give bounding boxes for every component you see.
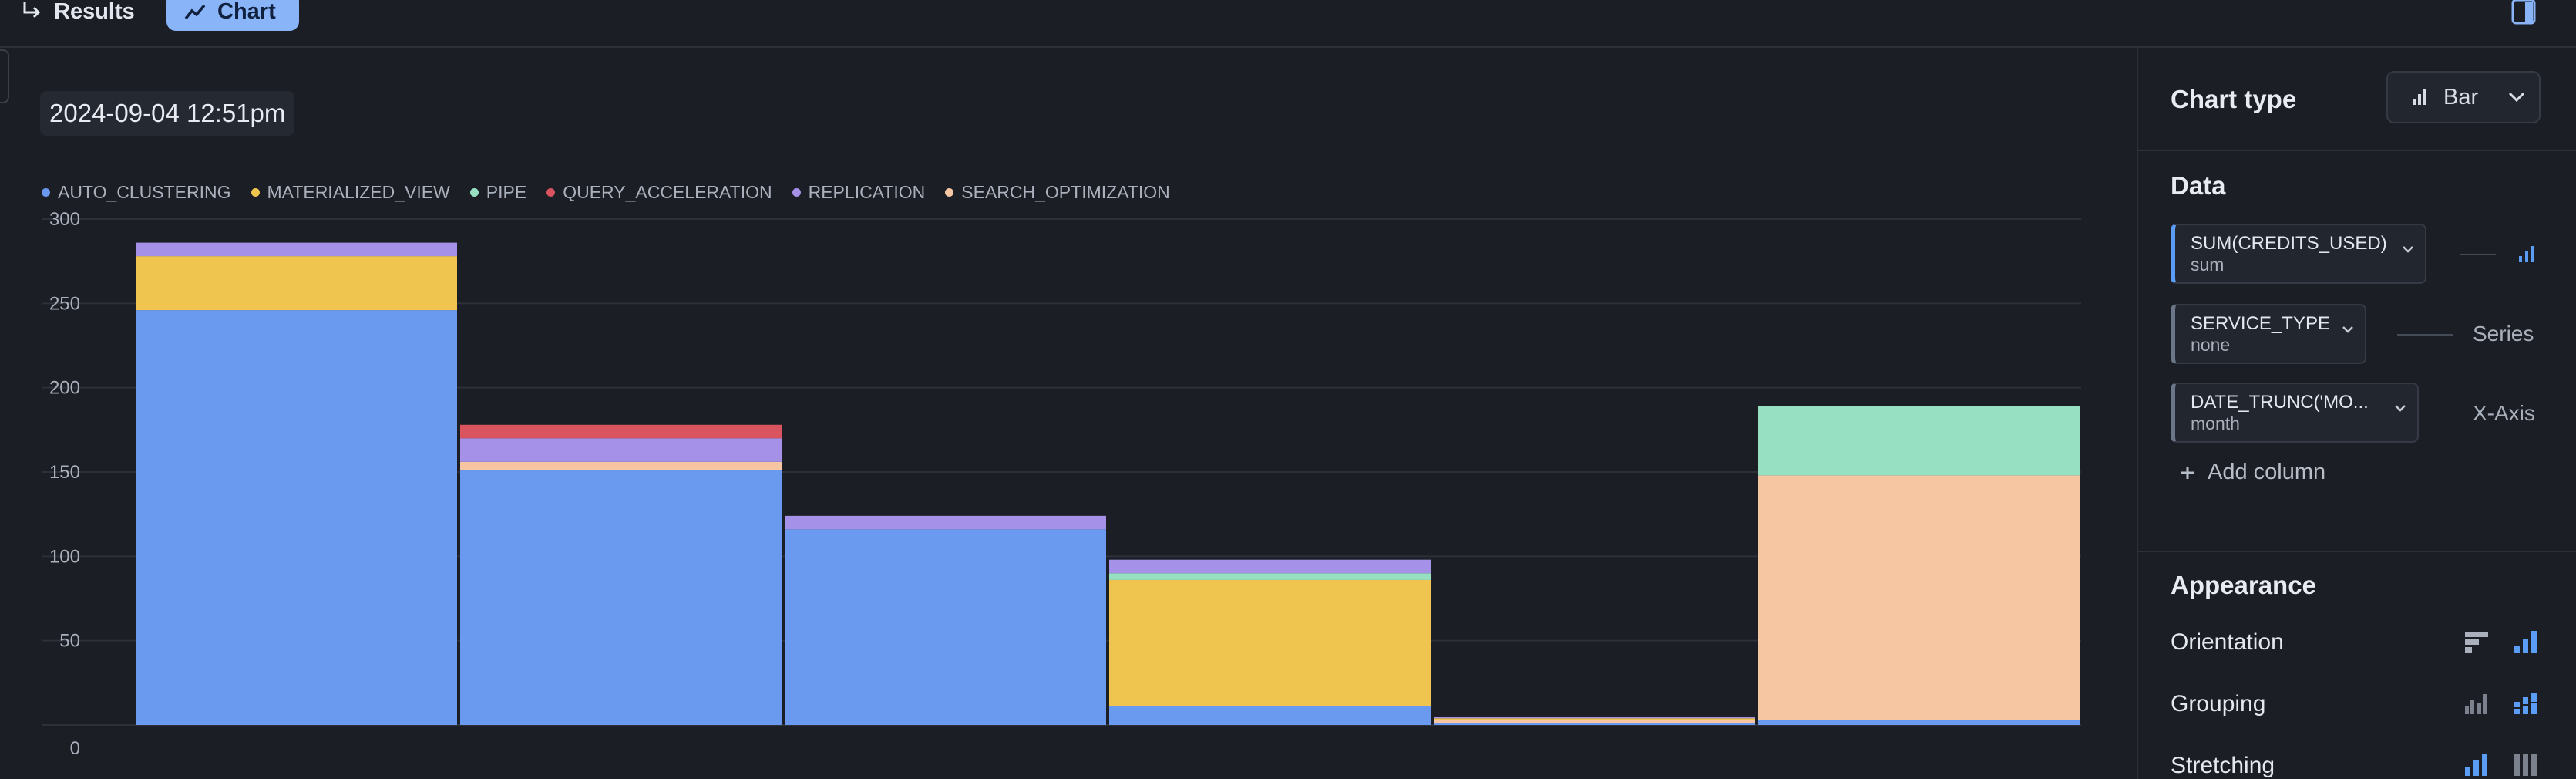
y-tick-label: 200 — [49, 378, 80, 399]
chart-type-label: Chart type — [2171, 85, 2297, 113]
bar-segment — [1109, 573, 1431, 580]
plus-icon — [2181, 466, 2194, 479]
stretching-label: Stretching — [2171, 753, 2275, 778]
y-axis-bar-icon[interactable] — [2517, 244, 2536, 264]
tab-results-label: Results — [54, 0, 135, 24]
chart-settings-sidebar: Chart type Bar Data SUM(CREDITS_USED) su… — [2137, 48, 2576, 779]
bar-segment — [1758, 406, 2080, 476]
column-aggregation: sum — [2191, 255, 2225, 275]
bar-segment — [460, 461, 782, 470]
series-role-label: Series — [2473, 322, 2534, 346]
bar-segment — [460, 438, 782, 462]
grouped-bars-icon[interactable] — [2463, 691, 2490, 716]
column-name: SUM(CREDITS_USED) — [2191, 233, 2387, 254]
grouping-label: Grouping — [2171, 691, 2266, 717]
chevron-down-icon — [2342, 326, 2353, 333]
bar-segment — [1109, 579, 1431, 706]
column-aggregation: none — [2191, 335, 2231, 355]
column-name: SERVICE_TYPE — [2191, 313, 2330, 334]
bar-segment — [1434, 717, 1755, 719]
bar-segment — [1758, 475, 2080, 720]
chart-area: 2024-09-04 12:51pm AUTO_CLUSTERING MATERI… — [0, 48, 2137, 779]
bar-segment — [136, 310, 457, 726]
connector-line — [2397, 334, 2453, 336]
bar-segment — [785, 529, 1106, 725]
y-tick-label: 250 — [49, 293, 80, 314]
bar-segment — [1434, 723, 1755, 725]
percent-stretched-bars-icon[interactable] — [2513, 753, 2539, 777]
y-tick-label: 50 — [59, 631, 80, 652]
connector-line — [2460, 254, 2496, 255]
bar-segment — [785, 515, 1106, 530]
return-arrow-icon — [23, 2, 41, 19]
column-aggregation: month — [2191, 413, 2240, 433]
chevron-down-icon — [2403, 246, 2413, 253]
divider — [2138, 551, 2576, 552]
bar-chart: 0501001502002503002022-06050403022022-01 — [42, 209, 2081, 759]
natural-bars-icon[interactable] — [2463, 753, 2490, 777]
line-chart-icon — [184, 4, 206, 20]
bar-segment — [1109, 559, 1431, 574]
add-column-label: Add column — [2208, 460, 2326, 484]
bar-segment — [1434, 720, 1755, 723]
tab-chart-label: Chart — [217, 0, 276, 24]
data-section-title: Data — [2171, 171, 2226, 200]
column-chip-date-trunc[interactable]: DATE_TRUNC('MO... month — [2171, 383, 2419, 443]
bar-segment — [136, 256, 457, 311]
add-column-button[interactable]: Add column — [2180, 460, 2325, 485]
bar-chart-icon — [2413, 89, 2426, 105]
chart-type-select[interactable]: Bar — [2386, 71, 2541, 123]
bar-segment — [1109, 706, 1431, 725]
appearance-section-title: Appearance — [2171, 571, 2316, 599]
x-axis-role-label: X-Axis — [2473, 401, 2535, 425]
y-tick-label: 0 — [70, 738, 80, 759]
y-tick-label: 100 — [49, 546, 80, 567]
tab-results[interactable]: Results — [20, 0, 135, 31]
bar-segment — [1758, 720, 2080, 725]
column-chip-service-type[interactable]: SERVICE_TYPE none — [2171, 304, 2366, 364]
column-name: DATE_TRUNC('MO... — [2191, 392, 2369, 413]
y-tick-label: 300 — [49, 209, 80, 230]
vertical-bars-icon[interactable] — [2513, 629, 2539, 654]
divider — [2138, 150, 2576, 151]
chevron-down-icon — [2395, 405, 2406, 412]
bar-segment — [136, 242, 457, 257]
tab-chart[interactable]: Chart — [166, 0, 299, 31]
chevron-down-icon — [2508, 92, 2525, 103]
column-chip-sum-credits[interactable]: SUM(CREDITS_USED) sum — [2171, 224, 2426, 284]
horizontal-bars-icon[interactable] — [2463, 629, 2490, 654]
chart-type-value: Bar — [2443, 84, 2479, 110]
orientation-label: Orientation — [2171, 629, 2284, 655]
bar-segment — [460, 424, 782, 439]
y-tick-label: 150 — [49, 462, 80, 483]
top-bar: Results Chart — [0, 0, 2576, 48]
stacked-bars-icon[interactable] — [2513, 691, 2539, 716]
bar-segment — [1434, 718, 1755, 720]
panel-toggle-icon[interactable] — [2511, 0, 2536, 26]
bar-segment — [460, 470, 782, 725]
